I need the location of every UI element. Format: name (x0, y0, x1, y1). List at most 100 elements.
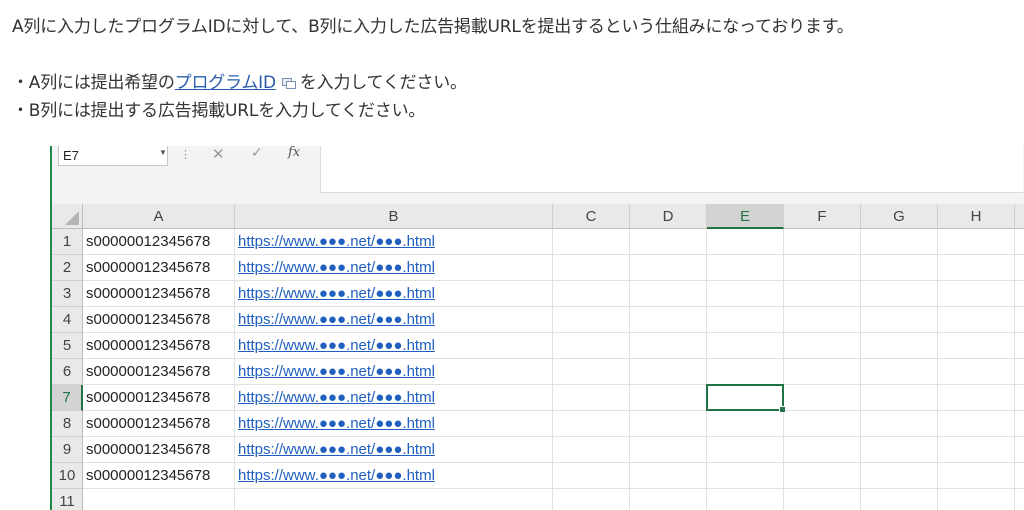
cell-e5[interactable] (707, 333, 784, 359)
cell-b10[interactable]: https://www.●●●.net/●●●.html (235, 463, 553, 489)
cell-overflow2[interactable] (1015, 255, 1024, 281)
cell-f1[interactable] (784, 229, 861, 255)
cell-b5[interactable]: https://www.●●●.net/●●●.html (235, 333, 553, 359)
cell-c8[interactable] (553, 411, 630, 437)
cell-overflow4[interactable] (1015, 307, 1024, 333)
row-header-4[interactable]: 4 (52, 307, 83, 333)
cell-c9[interactable] (553, 437, 630, 463)
row-header-5[interactable]: 5 (52, 333, 83, 359)
cell-b8[interactable]: https://www.●●●.net/●●●.html (235, 411, 553, 437)
cell-a1[interactable]: s00000012345678 (83, 229, 235, 255)
row-header-6[interactable]: 6 (52, 359, 83, 385)
cell-d8[interactable] (630, 411, 707, 437)
cell-c11[interactable] (553, 489, 630, 510)
cell-f11[interactable] (784, 489, 861, 510)
column-header-c[interactable]: C (553, 204, 630, 229)
cell-f2[interactable] (784, 255, 861, 281)
cell-g6[interactable] (861, 359, 938, 385)
cell-b3[interactable]: https://www.●●●.net/●●●.html (235, 281, 553, 307)
cell-overflow5[interactable] (1015, 333, 1024, 359)
formula-input[interactable] (320, 146, 1023, 193)
cell-overflow10[interactable] (1015, 463, 1024, 489)
active-cell-selection[interactable] (706, 384, 786, 413)
cell-f9[interactable] (784, 437, 861, 463)
column-header-overflow[interactable] (1015, 204, 1024, 229)
cell-overflow11[interactable] (1015, 489, 1024, 510)
cell-h11[interactable] (938, 489, 1015, 510)
cell-g3[interactable] (861, 281, 938, 307)
cell-d3[interactable] (630, 281, 707, 307)
cell-f8[interactable] (784, 411, 861, 437)
cell-e3[interactable] (707, 281, 784, 307)
cell-a5[interactable]: s00000012345678 (83, 333, 235, 359)
check-icon[interactable]: ✓ (251, 146, 263, 161)
column-header-f[interactable]: F (784, 204, 861, 229)
cell-d9[interactable] (630, 437, 707, 463)
cell-c3[interactable] (553, 281, 630, 307)
cell-g5[interactable] (861, 333, 938, 359)
cell-b7[interactable]: https://www.●●●.net/●●●.html (235, 385, 553, 411)
cell-b2[interactable]: https://www.●●●.net/●●●.html (235, 255, 553, 281)
cell-g9[interactable] (861, 437, 938, 463)
cell-h3[interactable] (938, 281, 1015, 307)
cell-h10[interactable] (938, 463, 1015, 489)
row-header-7[interactable]: 7 (52, 385, 83, 411)
cell-overflow9[interactable] (1015, 437, 1024, 463)
cell-c1[interactable] (553, 229, 630, 255)
cell-b1[interactable]: https://www.●●●.net/●●●.html (235, 229, 553, 255)
cell-c10[interactable] (553, 463, 630, 489)
cell-c2[interactable] (553, 255, 630, 281)
cell-h1[interactable] (938, 229, 1015, 255)
cell-d7[interactable] (630, 385, 707, 411)
row-header-10[interactable]: 10 (52, 463, 83, 489)
cell-overflow8[interactable] (1015, 411, 1024, 437)
cell-c6[interactable] (553, 359, 630, 385)
cell-c4[interactable] (553, 307, 630, 333)
cell-overflow7[interactable] (1015, 385, 1024, 411)
cell-e9[interactable] (707, 437, 784, 463)
cell-a4[interactable]: s00000012345678 (83, 307, 235, 333)
row-header-3[interactable]: 3 (52, 281, 83, 307)
cell-h6[interactable] (938, 359, 1015, 385)
cell-c7[interactable] (553, 385, 630, 411)
cell-e6[interactable] (707, 359, 784, 385)
cell-d1[interactable] (630, 229, 707, 255)
cell-e10[interactable] (707, 463, 784, 489)
cell-g7[interactable] (861, 385, 938, 411)
cell-b9[interactable]: https://www.●●●.net/●●●.html (235, 437, 553, 463)
cell-b6[interactable]: https://www.●●●.net/●●●.html (235, 359, 553, 385)
column-header-a[interactable]: A (83, 204, 235, 229)
cell-d5[interactable] (630, 333, 707, 359)
cell-g10[interactable] (861, 463, 938, 489)
tooltip-popup-icon[interactable] (281, 74, 296, 89)
column-header-e[interactable]: E (707, 204, 784, 229)
cell-a2[interactable]: s00000012345678 (83, 255, 235, 281)
cancel-icon[interactable]: ✕ (212, 146, 225, 163)
cell-e2[interactable] (707, 255, 784, 281)
column-header-b[interactable]: B (235, 204, 553, 229)
column-header-h[interactable]: H (938, 204, 1015, 229)
cell-h5[interactable] (938, 333, 1015, 359)
cell-e8[interactable] (707, 411, 784, 437)
cell-e1[interactable] (707, 229, 784, 255)
cell-h4[interactable] (938, 307, 1015, 333)
cell-b11[interactable] (235, 489, 553, 510)
cell-d6[interactable] (630, 359, 707, 385)
cell-d10[interactable] (630, 463, 707, 489)
cell-f7[interactable] (784, 385, 861, 411)
name-box[interactable]: E7 ▼ (58, 146, 168, 166)
column-header-g[interactable]: G (861, 204, 938, 229)
cell-g1[interactable] (861, 229, 938, 255)
cell-h2[interactable] (938, 255, 1015, 281)
cell-h9[interactable] (938, 437, 1015, 463)
cell-a9[interactable]: s00000012345678 (83, 437, 235, 463)
cell-h8[interactable] (938, 411, 1015, 437)
cell-a8[interactable]: s00000012345678 (83, 411, 235, 437)
cell-f5[interactable] (784, 333, 861, 359)
select-all-button[interactable] (52, 204, 83, 229)
cell-overflow3[interactable] (1015, 281, 1024, 307)
cell-f4[interactable] (784, 307, 861, 333)
cell-f3[interactable] (784, 281, 861, 307)
cell-h7[interactable] (938, 385, 1015, 411)
row-header-2[interactable]: 2 (52, 255, 83, 281)
